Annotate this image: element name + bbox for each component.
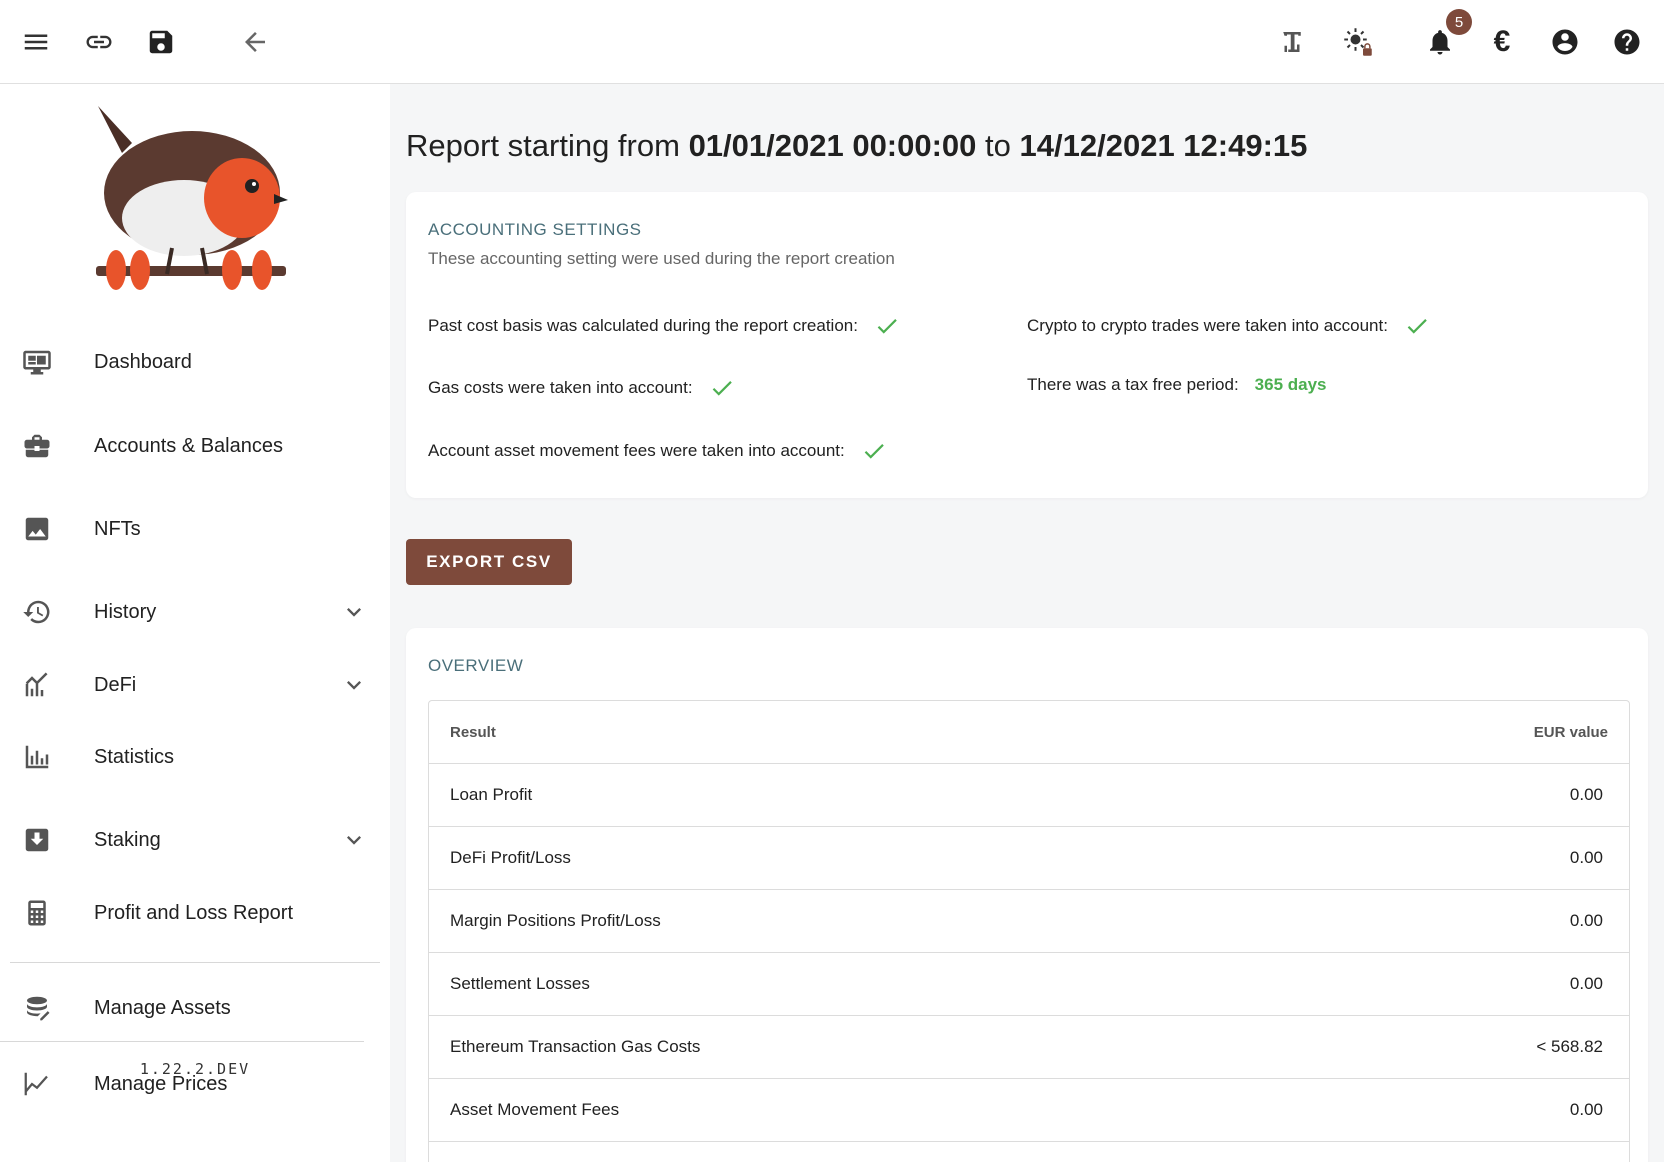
check-icon [712,381,732,396]
sidebar-item-label: Accounts & Balances [94,434,283,457]
calculator-icon [20,896,54,930]
robin-logo [92,98,302,298]
sidebar-item-defi[interactable]: DeFi [0,655,380,715]
sidebar-item-label: Manage Assets [94,996,231,1019]
title-mid: to [985,128,1011,163]
overview-title: OVERVIEW [428,656,524,675]
sidebar-item-dashboard[interactable]: Dashboard [0,332,380,392]
row-value: 0.00 [1569,1100,1603,1119]
accounting-settings-subtitle: These accounting setting were used durin… [428,249,895,268]
sidebar-item-manage-assets[interactable]: Manage Assets [0,978,380,1038]
row-value: 0.00 [1569,911,1603,930]
theme-lock-icon[interactable] [1336,20,1380,64]
setting-label: Gas costs were taken into account: [428,378,693,397]
table-row [429,1142,1629,1162]
accounting-settings-card: ACCOUNTING SETTINGS These accounting set… [406,192,1648,498]
sidebar-item-history[interactable]: History [0,582,380,642]
chart-line-icon [20,668,54,702]
setting-label: There was a tax free period: [1027,375,1239,394]
check-icon [877,319,897,334]
table-row: DeFi Profit/Loss 0.00 [429,827,1629,890]
row-value: < 568.82 [1536,1037,1603,1056]
navigation-drawer: Dashboard Accounts & Balances NFTs Histo… [0,84,390,1162]
check-icon [1407,319,1427,334]
setting-crypto-to-crypto: Crypto to crypto trades were taken into … [1027,313,1430,339]
tax-free-period-value: 365 days [1254,375,1327,394]
page-title: Report starting from 01/01/2021 00:00:00… [406,128,1307,164]
setting-tax-free-period: There was a tax free period: 365 days [1027,375,1327,395]
row-label: DeFi Profit/Loss [450,848,571,867]
dashboard-icon [20,345,54,379]
row-label: Settlement Losses [450,974,590,993]
chevron-down-icon [347,608,361,617]
row-label: Loan Profit [450,785,533,804]
sidebar-item-label: Profit and Loss Report [94,901,293,924]
row-value: 0.00 [1569,974,1603,993]
sidebar-item-label: History [94,600,157,623]
app-bar: 5 € [0,0,1664,84]
briefcase-icon [20,429,54,463]
overview-table: Result EUR value Loan Profit 0.00 DeFi P… [428,700,1630,1162]
setting-label: Account asset movement fees were taken i… [428,441,845,460]
history-icon [20,595,54,629]
node-status-icon[interactable] [1270,20,1314,64]
app-version: 1.22.2.DEV [139,1060,251,1078]
title-prefix: Report starting from [406,128,680,163]
sidebar-item-nfts[interactable]: NFTs [0,499,380,559]
sidebar-item-label: Statistics [94,745,175,768]
sidebar-item-label: Staking [94,828,161,851]
table-row: Ethereum Transaction Gas Costs < 568.82 [429,1016,1629,1079]
help-icon[interactable] [1605,20,1649,64]
column-header-eur-value[interactable]: EUR value [1534,724,1608,741]
setting-label: Crypto to crypto trades were taken into … [1027,316,1388,335]
overview-card: OVERVIEW Result EUR value Loan Profit 0.… [406,628,1648,1162]
row-label: Ethereum Transaction Gas Costs [450,1037,701,1056]
setting-movement-fees: Account asset movement fees were taken i… [428,438,887,464]
sidebar-footer [0,1126,364,1162]
sidebar-divider [10,962,380,963]
sidebar-item-staking[interactable]: Staking [0,810,380,870]
currency-euro-icon[interactable]: € [1480,20,1524,64]
sidebar-item-statistics[interactable]: Statistics [0,727,380,787]
notifications-badge: 5 [1446,9,1472,35]
account-circle-icon[interactable] [1543,20,1587,64]
database-edit-icon [20,991,54,1025]
save-icon[interactable] [139,20,183,64]
sidebar-item-label: Dashboard [94,350,192,373]
setting-past-cost-basis: Past cost basis was calculated during th… [428,313,900,339]
chevron-down-icon [347,681,361,690]
accounting-settings-title: ACCOUNTING SETTINGS [428,220,642,239]
table-header: Result EUR value [429,701,1629,764]
menu-icon[interactable] [14,20,58,64]
sidebar-item-label: DeFi [94,673,137,696]
table-row: Margin Positions Profit/Loss 0.00 [429,890,1629,953]
table-row: Settlement Losses 0.00 [429,953,1629,1016]
sidebar-item-profit-loss-report[interactable]: Profit and Loss Report [0,883,380,943]
report-start-date: 01/01/2021 00:00:00 [688,128,977,163]
row-value: 0.00 [1569,785,1603,804]
chevron-down-icon [347,836,361,845]
sidebar-item-accounts-balances[interactable]: Accounts & Balances [0,416,380,476]
row-label: Margin Positions Profit/Loss [450,911,661,930]
back-arrow-icon[interactable] [233,20,277,64]
image-icon [20,512,54,546]
bar-chart-icon [20,740,54,774]
export-csv-button[interactable]: EXPORT CSV [406,539,572,585]
row-label: Asset Movement Fees [450,1100,620,1119]
link-icon[interactable] [77,20,121,64]
inbox-download-icon [20,823,54,857]
sidebar-item-label: NFTs [94,517,141,540]
report-end-date: 14/12/2021 12:49:15 [1019,128,1308,163]
setting-gas-costs: Gas costs were taken into account: [428,375,735,401]
main-content: Report starting from 01/01/2021 00:00:00… [390,84,1664,1162]
setting-label: Past cost basis was calculated during th… [428,316,858,335]
table-row: Asset Movement Fees 0.00 [429,1079,1629,1142]
table-row: Loan Profit 0.00 [429,764,1629,827]
row-value: 0.00 [1569,848,1603,867]
column-header-result[interactable]: Result [450,724,496,741]
check-icon [864,444,884,459]
